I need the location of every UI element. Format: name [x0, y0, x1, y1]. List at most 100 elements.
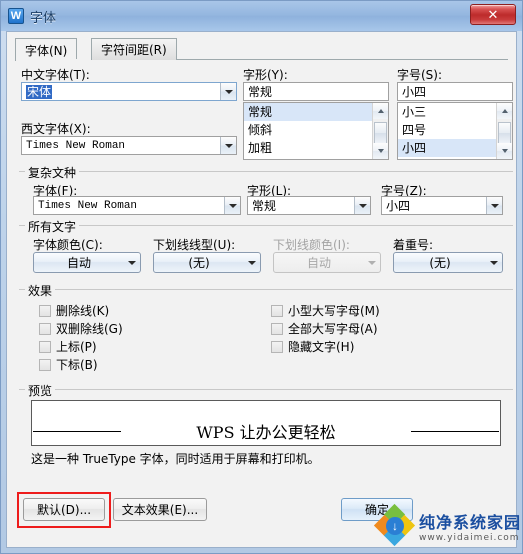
complex-style-combo[interactable]: 常规: [247, 196, 371, 215]
checkbox-label: 隐藏文字(H): [288, 340, 355, 354]
effects-group: 效果 删除线(K) 双删除线(G) 上标(P) 下标(B) 小型大写字母(M) …: [19, 282, 513, 378]
watermark-logo-icon: ↓: [373, 503, 416, 547]
scroll-up-icon[interactable]: [497, 103, 512, 119]
checkbox-small-caps[interactable]: 小型大写字母(M): [271, 302, 380, 319]
checkbox-icon[interactable]: [271, 322, 283, 335]
underline-color-value: 自动: [306, 256, 331, 270]
watermark-download-icon: ↓: [386, 517, 404, 535]
font-tab-panel: 中文字体(T): 字形(Y): 字号(S): 宋体 常规 小四 常规 倾斜 加粗…: [15, 60, 513, 541]
list-item[interactable]: 常规: [244, 103, 372, 121]
font-color-label: 字体颜色(C):: [33, 238, 103, 252]
chevron-down-icon[interactable]: [244, 260, 260, 265]
size-list-scrollbar[interactable]: [496, 103, 512, 159]
chinese-font-value: 宋体: [26, 85, 53, 99]
group-border-top: [19, 225, 513, 226]
chevron-down-icon[interactable]: [220, 83, 236, 100]
emphasis-value: (无): [429, 256, 451, 270]
underline-color-button: 自动: [273, 252, 381, 273]
style-list-scrollbar[interactable]: [372, 103, 388, 159]
dialog-client-area: 字体(N) 字符间距(R) 中文字体(T): 字形(Y): 字号(S): 宋体 …: [6, 31, 517, 548]
checkbox-label: 下标(B): [56, 358, 98, 372]
scroll-up-icon[interactable]: [373, 103, 388, 119]
list-item[interactable]: 小四: [398, 139, 496, 157]
checkbox-double-strikethrough[interactable]: 双删除线(G): [39, 320, 123, 337]
list-item[interactable]: 加粗: [244, 139, 372, 157]
checkbox-label: 双删除线(G): [56, 322, 123, 336]
checkbox-icon[interactable]: [39, 358, 51, 371]
font-color-value: 自动: [66, 256, 91, 270]
close-icon[interactable]: ✕: [470, 4, 516, 25]
chinese-font-value-wrap: 宋体: [22, 83, 220, 100]
watermark-site-name: 纯净系统家园: [419, 513, 522, 532]
chevron-down-icon[interactable]: [124, 260, 140, 265]
emphasis-label: 着重号:: [393, 238, 434, 252]
checkbox-strikethrough[interactable]: 删除线(K): [39, 302, 109, 319]
western-font-combo[interactable]: Times New Roman: [21, 136, 237, 155]
emphasis-button[interactable]: (无): [393, 252, 503, 273]
underline-style-button[interactable]: (无): [153, 252, 261, 273]
complex-size-combo[interactable]: 小四: [381, 196, 503, 215]
checkbox-icon[interactable]: [39, 322, 51, 335]
checkbox-all-caps[interactable]: 全部大写字母(A): [271, 320, 378, 337]
scrollbar-thumb[interactable]: [374, 122, 387, 144]
style-label: 字形(Y):: [243, 68, 288, 82]
underline-color-label: 下划线颜色(I):: [273, 238, 350, 252]
complex-style-value: 常规: [252, 199, 277, 213]
complex-scripts-title: 复杂文种: [25, 164, 80, 181]
chevron-down-icon[interactable]: [354, 197, 370, 214]
effects-title: 效果: [25, 282, 56, 299]
font-dialog-window: W 字体 ✕ 字体(N) 字符间距(R) 中文字体(T): 字形(Y): 字号(…: [0, 0, 523, 554]
scroll-down-icon[interactable]: [497, 143, 512, 159]
scroll-down-icon[interactable]: [373, 143, 388, 159]
list-item[interactable]: 倾斜: [244, 121, 372, 139]
checkbox-icon[interactable]: [271, 340, 283, 353]
group-border-top: [19, 171, 513, 172]
list-item[interactable]: 小三: [398, 103, 496, 121]
scrollbar-thumb[interactable]: [498, 122, 511, 144]
underline-style-label: 下划线线型(U):: [153, 238, 236, 252]
group-border-top: [19, 289, 513, 290]
style-listbox[interactable]: 常规 倾斜 加粗: [243, 102, 389, 160]
complex-font-combo[interactable]: Times New Roman: [33, 196, 241, 215]
list-item[interactable]: 四号: [398, 121, 496, 139]
wps-logo-icon: W: [8, 8, 24, 24]
chevron-down-icon[interactable]: [220, 137, 236, 154]
all-text-group: 所有文字 字体颜色(C): 下划线线型(U): 下划线颜色(I): 着重号: 自…: [19, 218, 513, 274]
default-button[interactable]: 默认(D)...: [23, 498, 105, 521]
checkbox-label: 小型大写字母(M): [288, 304, 380, 318]
checkbox-label: 全部大写字母(A): [288, 322, 378, 336]
title-bar: W 字体 ✕: [1, 1, 522, 31]
tab-character-spacing[interactable]: 字符间距(R): [91, 38, 177, 60]
checkbox-icon[interactable]: [271, 304, 283, 317]
checkbox-label: 删除线(K): [56, 304, 110, 318]
complex-scripts-group: 复杂文种 字体(F): 字形(L): 字号(Z): Times New Roma…: [19, 164, 513, 215]
preview-sample-text: WPS 让办公更轻松: [196, 423, 336, 442]
font-color-button[interactable]: 自动: [33, 252, 141, 273]
size-label: 字号(S):: [397, 68, 443, 82]
checkbox-superscript[interactable]: 上标(P): [39, 338, 97, 355]
size-combo[interactable]: 小四: [397, 82, 513, 101]
window-title: 字体: [30, 10, 57, 26]
chevron-down-icon[interactable]: [224, 197, 240, 214]
checkbox-icon[interactable]: [39, 340, 51, 353]
text-effects-button[interactable]: 文本效果(E)...: [113, 498, 207, 521]
complex-size-value: 小四: [386, 199, 411, 213]
checkbox-icon[interactable]: [39, 304, 51, 317]
checkbox-subscript[interactable]: 下标(B): [39, 356, 98, 373]
group-border-top: [19, 389, 513, 390]
western-font-value: Times New Roman: [26, 139, 126, 152]
western-font-label: 西文字体(X):: [21, 122, 91, 136]
style-combo[interactable]: 常规: [243, 82, 389, 101]
size-listbox[interactable]: 小三 四号 小四: [397, 102, 513, 160]
checkbox-hidden-text[interactable]: 隐藏文字(H): [271, 338, 354, 355]
preview-title: 预览: [25, 382, 56, 399]
checkbox-label: 上标(P): [56, 340, 97, 354]
chinese-font-combo[interactable]: 宋体: [21, 82, 237, 101]
size-list-items: 小三 四号 小四: [398, 103, 496, 159]
tab-font[interactable]: 字体(N): [15, 38, 78, 61]
chevron-down-icon[interactable]: [486, 197, 502, 214]
chevron-down-icon[interactable]: [486, 260, 502, 265]
all-text-title: 所有文字: [25, 218, 80, 235]
underline-style-value: (无): [188, 256, 210, 270]
size-value: 小四: [402, 85, 427, 99]
